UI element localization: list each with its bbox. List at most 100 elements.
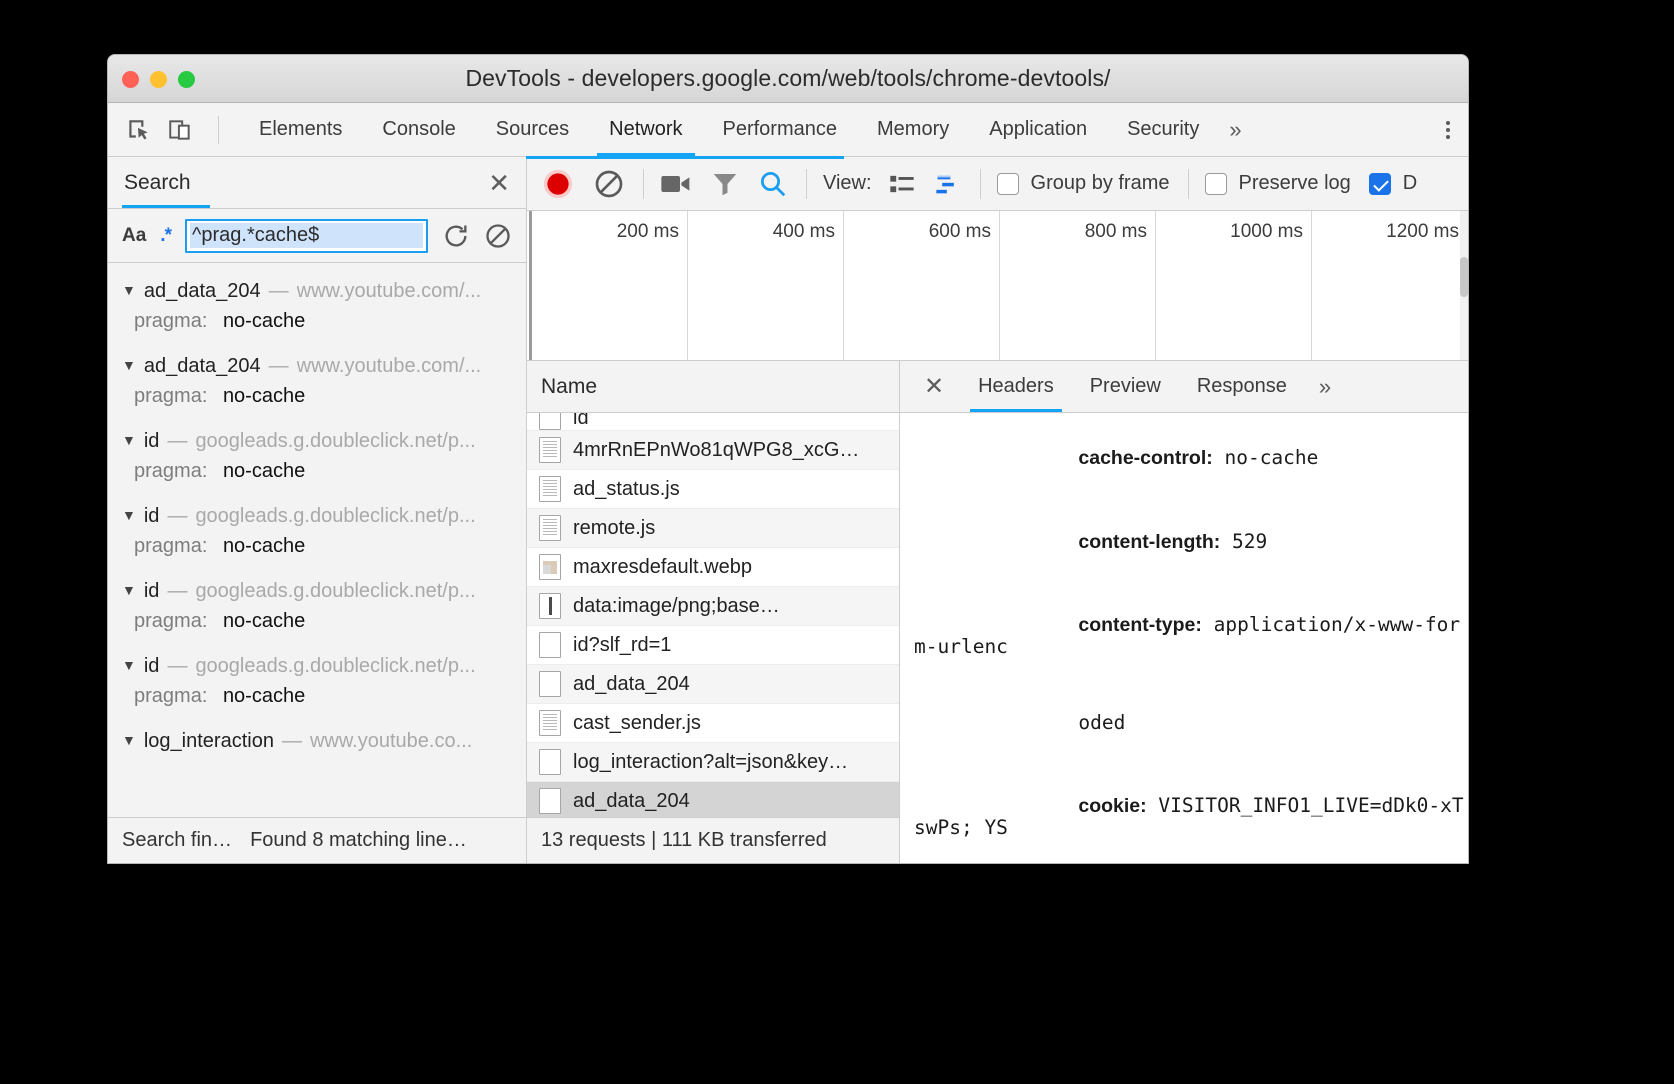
header-value: no-cache	[1213, 446, 1319, 469]
tab-security[interactable]: Security	[1107, 103, 1219, 156]
toolbar-divider	[643, 169, 644, 199]
search-result-header[interactable]: ▼ id — googleads.g.doubleclick.net/p...	[108, 571, 526, 607]
plain-file-icon	[539, 632, 561, 658]
view-label: View:	[823, 172, 872, 195]
search-panel-title: Search	[124, 171, 191, 195]
network-toolbar: View:	[527, 157, 1468, 211]
preserve-log-checkbox[interactable]: Preserve log	[1205, 172, 1351, 195]
search-match-key: pragma:	[134, 310, 207, 332]
search-result-name: id	[144, 580, 160, 603]
table-row[interactable]: ad_status.js	[527, 470, 899, 509]
search-result-header[interactable]: ▼ id — googleads.g.doubleclick.net/p...	[108, 421, 526, 457]
search-result-name: ad_data_204	[144, 355, 261, 378]
close-icon[interactable]: ✕	[908, 375, 960, 399]
chevron-down-icon: ▼	[122, 283, 136, 297]
network-timeline-overview[interactable]: 200 ms 400 ms 600 ms 800 ms 1000 ms 1200…	[527, 211, 1468, 361]
table-row[interactable]: remote.js	[527, 509, 899, 548]
tab-performance[interactable]: Performance	[703, 103, 858, 156]
tab-headers[interactable]: Headers	[960, 361, 1072, 412]
search-result-line[interactable]: pragma: no-cache	[108, 457, 526, 492]
use-regex-button[interactable]: .*	[160, 225, 171, 247]
tab-memory[interactable]: Memory	[857, 103, 969, 156]
tab-application[interactable]: Application	[969, 103, 1107, 156]
minimize-window-button[interactable]	[150, 71, 167, 88]
body-split: Search ✕ Aa .*	[108, 157, 1468, 863]
request-list: Name id 4mrRnEPnWo81qWPG8_xcG…	[527, 361, 900, 863]
table-row[interactable]: data:image/png;base…	[527, 587, 899, 626]
search-result-header[interactable]: ▼ id — googleads.g.doubleclick.net/p...	[108, 496, 526, 532]
close-icon[interactable]: ✕	[488, 170, 510, 196]
search-match-key: pragma:	[134, 460, 207, 482]
clear-icon[interactable]	[484, 222, 512, 250]
tab-response[interactable]: Response	[1179, 361, 1305, 412]
search-result-group: ▼ id — googleads.g.doubleclick.net/p... …	[108, 571, 526, 642]
header-value: 529	[1220, 530, 1267, 553]
tab-network[interactable]: Network	[589, 103, 702, 156]
table-row[interactable]: cast_sender.js	[527, 704, 899, 743]
more-tabs-chevron-icon[interactable]: »	[1219, 117, 1251, 143]
chevron-down-icon: ▼	[122, 658, 136, 672]
search-result-header[interactable]: ▼ ad_data_204 — www.youtube.com/...	[108, 346, 526, 382]
search-result-url: googleads.g.doubleclick.net/p...	[195, 505, 475, 528]
headers-list[interactable]: cache-control: no-cache content-length: …	[900, 413, 1468, 863]
inspect-element-icon[interactable]	[124, 116, 152, 144]
camera-icon[interactable]	[660, 170, 692, 198]
request-details-pane: ✕ Headers Preview Response » cache-contr…	[900, 361, 1468, 863]
table-row-selected[interactable]: ad_data_204	[527, 782, 899, 817]
tab-label: Security	[1127, 118, 1199, 141]
tab-label: Preview	[1090, 375, 1161, 398]
table-row[interactable]: 4mrRnEPnWo81qWPG8_xcG…	[527, 431, 899, 470]
devtools-window: DevTools - developers.google.com/web/too…	[108, 55, 1468, 863]
search-result-line[interactable]: pragma: no-cache	[108, 307, 526, 342]
search-result-group: ▼ log_interaction — www.youtube.co...	[108, 721, 526, 757]
waterfall-view-icon[interactable]	[934, 170, 962, 198]
search-result-line[interactable]: pragma: no-cache	[108, 382, 526, 417]
tab-label: Application	[989, 118, 1087, 141]
disable-cache-checkbox[interactable]: D	[1369, 172, 1417, 195]
request-list-header[interactable]: Name	[527, 361, 899, 413]
script-file-icon	[539, 437, 561, 463]
table-row[interactable]: log_interaction?alt=json&key…	[527, 743, 899, 782]
search-tab-underline	[122, 205, 210, 208]
search-result-header[interactable]: ▼ ad_data_204 — www.youtube.com/...	[108, 271, 526, 307]
search-result-line[interactable]: pragma: no-cache	[108, 532, 526, 567]
list-view-icon[interactable]	[888, 170, 916, 198]
overview-tick: 200 ms	[532, 211, 688, 360]
request-rows[interactable]: id 4mrRnEPnWo81qWPG8_xcG… ad_status.js	[527, 413, 899, 817]
search-result-dash: —	[269, 280, 289, 303]
network-panel: View:	[527, 157, 1468, 863]
tab-sources[interactable]: Sources	[476, 103, 589, 156]
match-case-button[interactable]: Aa	[122, 225, 146, 247]
refresh-icon[interactable]	[442, 222, 470, 250]
search-result-header[interactable]: ▼ id — googleads.g.doubleclick.net/p...	[108, 646, 526, 682]
search-result-line[interactable]: pragma: no-cache	[108, 682, 526, 717]
device-toolbar-icon[interactable]	[166, 116, 194, 144]
tab-preview[interactable]: Preview	[1072, 361, 1179, 412]
table-row[interactable]: id	[527, 413, 899, 431]
devtools-tab-bar: Elements Console Sources Network Perform…	[108, 103, 1468, 157]
more-tabs-chevron-icon[interactable]: »	[1305, 374, 1345, 400]
search-result-name: id	[144, 655, 160, 678]
search-input[interactable]	[190, 223, 423, 248]
overview-scrollbar[interactable]	[1460, 211, 1468, 360]
table-row[interactable]: ad_data_204	[527, 665, 899, 704]
search-icon[interactable]	[758, 169, 788, 199]
filter-icon[interactable]	[710, 169, 740, 199]
search-panel-header: Search ✕	[108, 157, 526, 209]
search-result-header[interactable]: ▼ log_interaction — www.youtube.co...	[108, 721, 526, 757]
maximize-window-button[interactable]	[178, 71, 195, 88]
table-row[interactable]: maxresdefault.webp	[527, 548, 899, 587]
group-by-frame-checkbox[interactable]: Group by frame	[997, 172, 1170, 195]
search-input-wrap[interactable]	[185, 219, 428, 253]
record-button-icon[interactable]	[541, 167, 575, 201]
close-window-button[interactable]	[122, 71, 139, 88]
table-row[interactable]: id?slf_rd=1	[527, 626, 899, 665]
clear-icon[interactable]	[593, 168, 625, 200]
search-results-list[interactable]: ▼ ad_data_204 — www.youtube.com/... prag…	[108, 263, 526, 817]
main-menu-kebab-icon[interactable]	[1446, 118, 1450, 142]
search-result-url: www.youtube.com/...	[297, 280, 482, 303]
search-result-line[interactable]: pragma: no-cache	[108, 607, 526, 642]
tab-console[interactable]: Console	[362, 103, 475, 156]
tab-elements[interactable]: Elements	[239, 103, 362, 156]
preserve-log-label: Preserve log	[1239, 172, 1351, 195]
